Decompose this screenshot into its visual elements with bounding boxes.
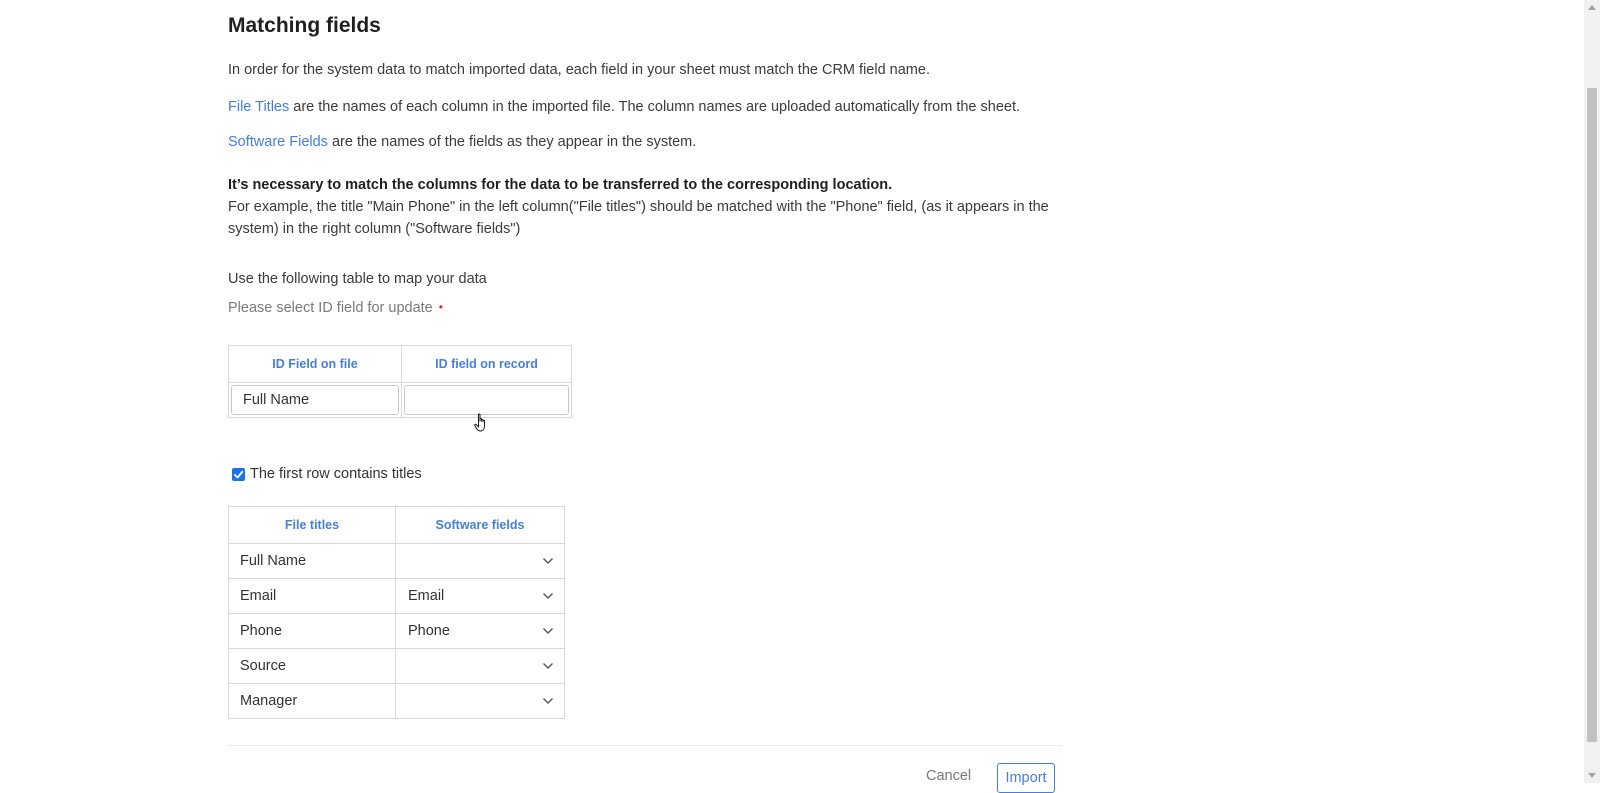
chevron-down-icon xyxy=(543,698,553,704)
chevron-down-icon xyxy=(543,558,553,564)
id-field-on-record-select[interactable] xyxy=(404,385,569,415)
example-text: For example, the title "Main Phone" in t… xyxy=(228,199,1049,237)
intro-text: In order for the system data to match im… xyxy=(228,62,930,78)
software-field-select[interactable]: Email xyxy=(396,579,564,613)
checkmark-icon xyxy=(233,470,244,478)
software-fields-text: are the names of the fields as they appe… xyxy=(327,134,697,150)
software-field-cell xyxy=(395,683,565,719)
id-field-on-record-header: ID field on record xyxy=(401,345,572,383)
software-field-cell xyxy=(395,543,565,579)
first-row-titles-checkbox[interactable] xyxy=(232,467,245,481)
software-field-cell xyxy=(395,648,565,684)
file-titles-text: are the names of each column in the impo… xyxy=(289,99,1021,115)
required-marker: • xyxy=(438,300,443,314)
scroll-down-arrow-icon[interactable] xyxy=(1588,773,1596,778)
id-select-instruction: Please select ID field for update • xyxy=(228,300,443,316)
file-title-cell: Source xyxy=(228,648,396,684)
table-row: Source xyxy=(228,648,565,684)
scrollbar-thumb[interactable] xyxy=(1587,88,1597,742)
id-file-cell: Full Name xyxy=(228,382,402,418)
software-field-select[interactable] xyxy=(396,684,564,718)
software-fields-link[interactable]: Software Fields xyxy=(228,134,328,150)
id-field-on-file-input[interactable]: Full Name xyxy=(231,385,399,415)
software-field-cell: Phone xyxy=(395,613,565,649)
table-row: Phone Phone xyxy=(228,613,565,649)
file-titles-description: File Titles are the names of each column… xyxy=(228,99,1020,115)
scroll-up-arrow-icon[interactable] xyxy=(1588,5,1596,10)
chevron-down-icon xyxy=(543,628,553,634)
software-field-value: Email xyxy=(408,588,445,604)
software-fields-description: Software Fields are the names of the fie… xyxy=(228,134,696,150)
file-title-cell: Manager xyxy=(228,683,396,719)
file-title-cell: Phone xyxy=(228,613,396,649)
software-field-select[interactable] xyxy=(396,649,564,683)
hand-pointer-cursor-icon xyxy=(474,413,485,432)
footer-divider xyxy=(228,745,1062,746)
id-select-label: Please select ID field for update xyxy=(228,300,433,316)
file-title-cell: Full Name xyxy=(228,543,396,579)
software-field-select[interactable]: Phone xyxy=(396,614,564,648)
cancel-button[interactable]: Cancel xyxy=(926,768,971,784)
file-titles-link[interactable]: File Titles xyxy=(228,99,289,115)
first-row-titles-option[interactable]: The first row contains titles xyxy=(232,466,422,482)
table-row: Email Email xyxy=(228,578,565,614)
chevron-down-icon xyxy=(543,593,553,599)
chevron-down-icon xyxy=(543,663,553,669)
important-note: It’s necessary to match the columns for … xyxy=(228,177,893,193)
software-field-cell: Email xyxy=(395,578,565,614)
file-titles-header: File titles xyxy=(228,506,396,544)
first-row-titles-label: The first row contains titles xyxy=(250,466,422,482)
id-field-table: ID Field on file ID field on record Full… xyxy=(228,345,572,418)
file-title-cell: Email xyxy=(228,578,396,614)
software-field-select[interactable] xyxy=(396,544,564,578)
page-title: Matching fields xyxy=(228,14,381,37)
field-mapping-table: File titles Software fields Full Name Em… xyxy=(228,506,565,719)
import-button[interactable]: Import xyxy=(997,763,1055,793)
software-fields-header: Software fields xyxy=(395,506,565,544)
software-field-value: Phone xyxy=(408,623,450,639)
id-field-on-file-header: ID Field on file xyxy=(228,345,402,383)
vertical-scrollbar[interactable] xyxy=(1584,0,1600,783)
map-instruction: Use the following table to map your data xyxy=(228,271,487,287)
table-row: Manager xyxy=(228,683,565,719)
table-row: Full Name xyxy=(228,543,565,579)
